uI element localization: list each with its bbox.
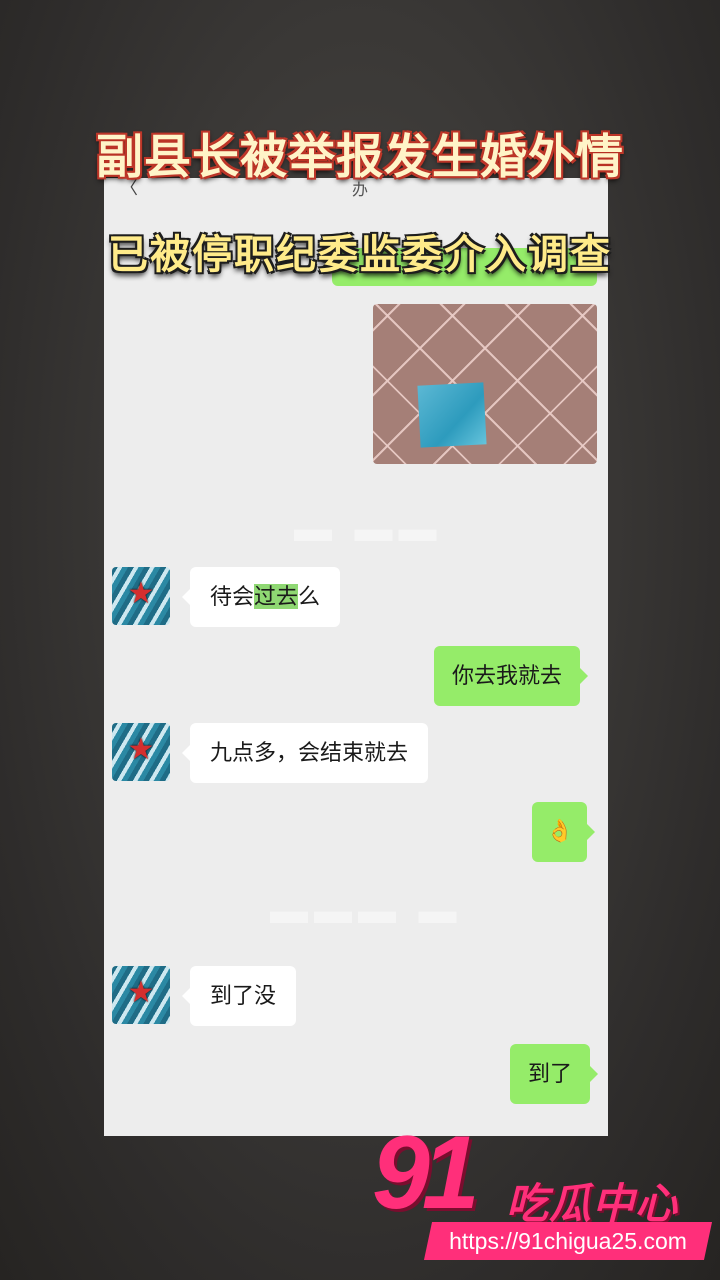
avatar[interactable]: ★ <box>112 966 170 1024</box>
message-bubble-outgoing[interactable]: 👌 <box>532 802 596 862</box>
avatar[interactable]: ★ <box>112 723 170 781</box>
message-bubble-outgoing[interactable]: 你去我就去 <box>434 646 589 706</box>
star-icon: ★ <box>127 577 155 610</box>
blurred-overlay-text: ▬ ▬▬ <box>294 508 443 550</box>
star-icon: ★ <box>127 733 155 766</box>
message-text: 到了没 <box>210 983 277 1008</box>
message-text: 到了 <box>528 1061 573 1086</box>
image-message[interactable] <box>373 304 597 464</box>
blurred-overlay-text: ▬▬▬ ▬ <box>270 890 463 932</box>
star-icon: ★ <box>127 976 155 1009</box>
message-text: 么 <box>298 584 321 609</box>
message-bubble-incoming[interactable]: 待会过去么 <box>181 567 341 627</box>
mosaic-blur <box>417 382 487 448</box>
chat-screen: 〈 办 ▬ ▬▬ ▬▬▬ ▬ ★ 待会过去么 你去我就去 ★ 九点多，会结束就去… <box>104 178 608 1136</box>
headline-line1: 副县长被举报发生婚外情 <box>96 130 624 185</box>
brand-logo-number: 91 <box>372 1115 480 1231</box>
headline-line2: 已被停职纪委监委介入调查 <box>108 232 612 278</box>
brand-url: https://91chigua25.com <box>449 1228 687 1254</box>
message-bubble-outgoing[interactable]: 到了 <box>510 1044 599 1104</box>
message-bubble-incoming[interactable]: 到了没 <box>181 966 297 1026</box>
message-text: 你去我就去 <box>452 663 563 688</box>
message-text-highlight: 过去 <box>254 584 299 609</box>
brand-url-banner: https://91chigua25.com <box>423 1222 713 1260</box>
avatar[interactable]: ★ <box>112 567 170 625</box>
message-text: 待会 <box>210 584 255 609</box>
ok-hand-icon: 👌 <box>546 819 574 844</box>
message-bubble-incoming[interactable]: 九点多，会结束就去 <box>181 723 429 783</box>
message-text: 九点多，会结束就去 <box>210 740 409 765</box>
